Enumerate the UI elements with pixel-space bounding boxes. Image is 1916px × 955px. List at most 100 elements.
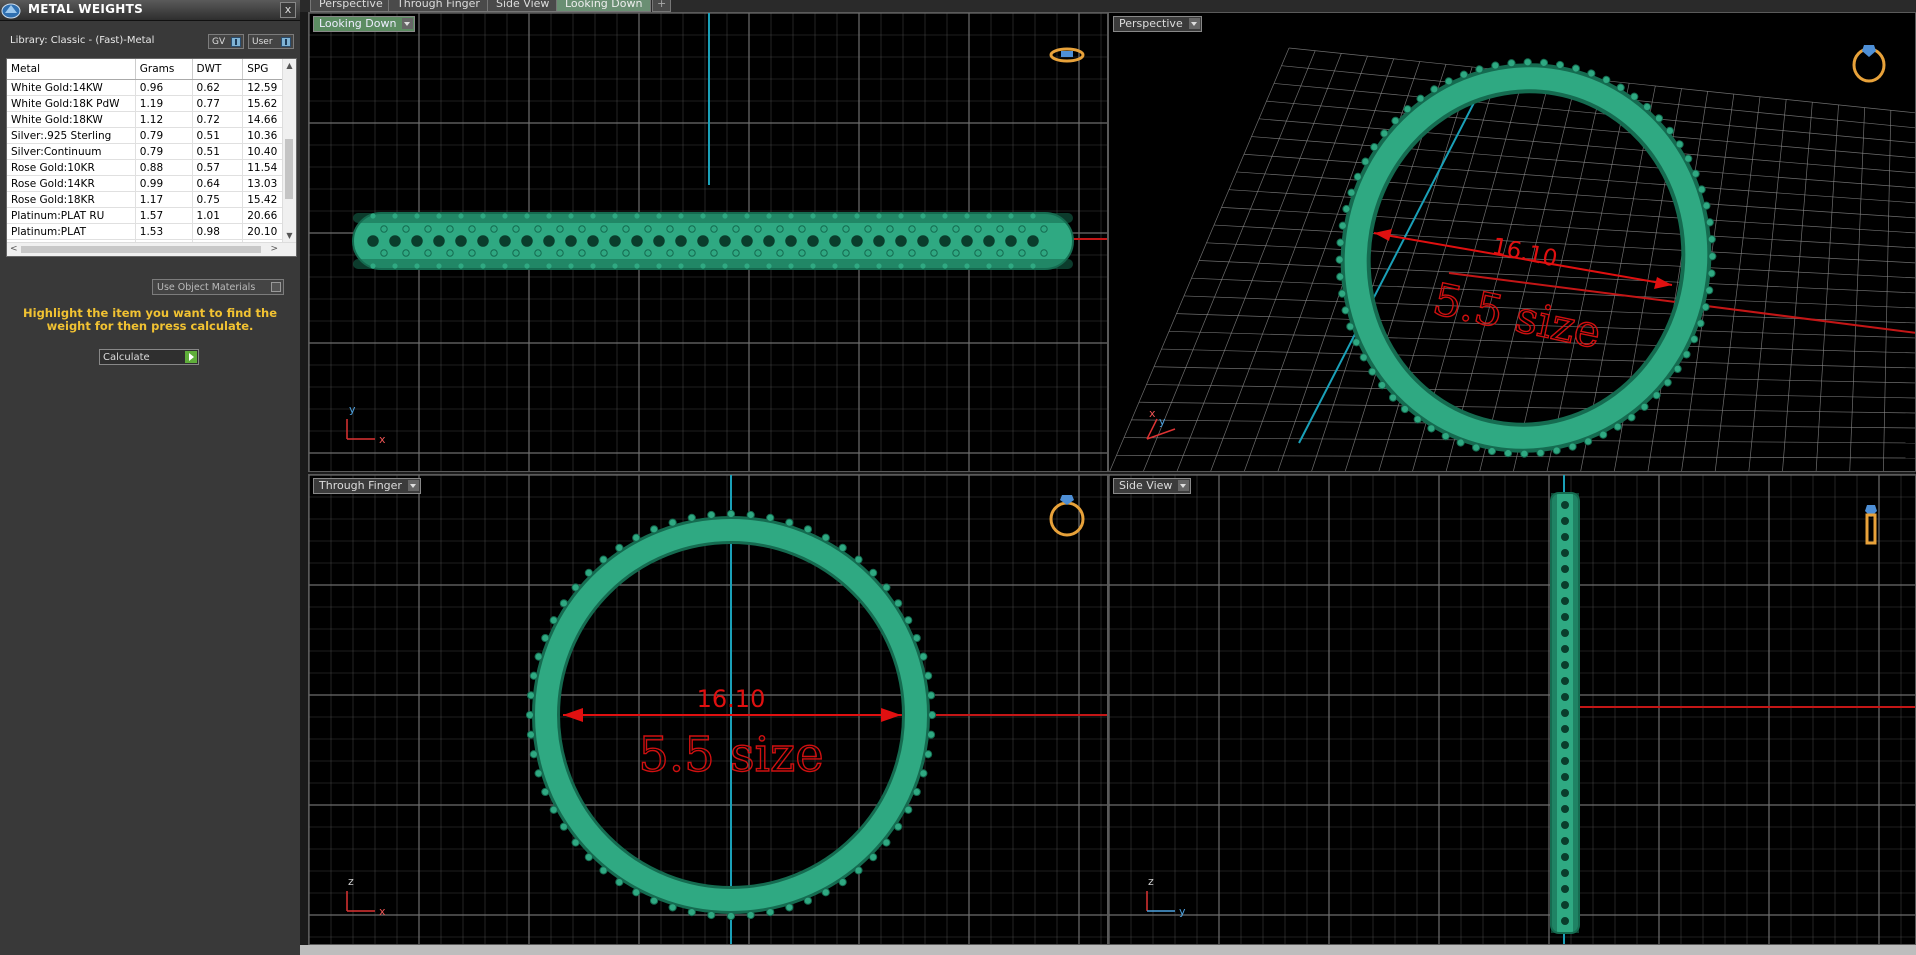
axis-indicator (346, 891, 375, 912)
user-label: User (252, 37, 273, 47)
cell-metal: White Gold:18KW (7, 111, 136, 128)
viewport-title: Through Finger (319, 479, 402, 492)
use-object-materials-label: Use Object Materials (157, 282, 256, 293)
scroll-up-icon[interactable]: ▲ (285, 61, 294, 71)
viewport-perspective[interactable]: 16.10 5.5 size y x Perspective (1108, 12, 1916, 472)
table-vertical-scrollbar[interactable]: ▲ ▼ (282, 59, 296, 243)
axis-indicator (1146, 891, 1175, 912)
dimension-value: 16.10 (697, 685, 766, 713)
cell-metal: Platinum:PLAT RU (7, 207, 136, 224)
cell-dwt: 0.62 (192, 79, 244, 96)
chevron-down-icon[interactable] (1188, 18, 1200, 29)
cell-dwt: 0.57 (192, 159, 244, 176)
table-row[interactable]: Platinum:PLAT 1.53 0.98 20.10 (7, 223, 296, 240)
table-row[interactable]: Platinum:PLAT RU 1.57 1.01 20.66 (7, 207, 296, 224)
calculate-button[interactable]: Calculate (99, 349, 199, 365)
viewport-side-view[interactable]: z y Side View (1108, 474, 1916, 945)
viewport-label-perspective[interactable]: Perspective (1113, 16, 1202, 32)
viewport-looking-down[interactable]: y x Looking Down (308, 12, 1108, 472)
scroll-right-icon[interactable]: > (270, 243, 278, 256)
chevron-down-icon[interactable] (402, 18, 414, 29)
table-row[interactable]: Silver:Continuum 0.79 0.51 10.40 (7, 143, 296, 160)
cell-dwt: 0.98 (192, 223, 244, 240)
axis-label-v: y (1159, 415, 1166, 428)
viewport-title: Side View (1119, 479, 1173, 492)
column-header-grams[interactable]: Grams (135, 59, 193, 80)
tab-looking-down[interactable]: Looking Down (556, 0, 652, 12)
cell-dwt: 0.64 (192, 175, 244, 192)
table-row[interactable]: White Gold:14KW 0.96 0.62 12.59 (7, 79, 296, 96)
viewport-through-finger[interactable]: 16.10 5.5 size z x Through Finger (308, 474, 1108, 945)
library-label: Library: Classic - (Fast)-Metal (10, 35, 155, 46)
cell-metal: Platinum:PLAT (7, 223, 136, 240)
panel-title: METAL WEIGHTS (28, 2, 144, 16)
axis-indicator (346, 419, 375, 440)
close-icon[interactable]: x (280, 2, 296, 18)
cell-metal: White Gold:18K PdW (7, 95, 136, 112)
table-row[interactable]: White Gold:18K PdW 1.19 0.77 15.62 (7, 95, 296, 112)
rhino-logo-icon (1, 3, 21, 19)
viewport-label-through-finger[interactable]: Through Finger (313, 478, 421, 494)
chevron-down-icon[interactable] (407, 480, 419, 491)
table-row[interactable]: Silver:.925 Sterling 0.79 0.51 10.36 (7, 127, 296, 144)
tab-perspective[interactable]: Perspective (310, 0, 392, 12)
ring-top-view-icon (1049, 47, 1085, 63)
cell-dwt: 0.51 (192, 127, 244, 144)
table-horizontal-scrollbar[interactable]: < > (7, 242, 296, 256)
play-icon (185, 351, 197, 363)
status-bar (300, 945, 1916, 955)
tab-side-view[interactable]: Side View (487, 0, 559, 12)
cell-grams: 1.17 (135, 191, 193, 208)
cell-grams: 1.57 (135, 207, 193, 224)
scroll-left-icon[interactable]: < (10, 243, 18, 256)
viewport-title: Looking Down (319, 17, 397, 30)
chevron-down-icon[interactable] (1178, 480, 1190, 491)
ring-band-top-view (352, 212, 1074, 270)
cell-dwt: 0.75 (192, 191, 244, 208)
size-label: 5.5 size (1429, 274, 1606, 359)
scroll-thumb[interactable] (21, 246, 261, 253)
instruction-text: Highlight the item you want to find the … (23, 306, 277, 333)
cell-grams: 1.12 (135, 111, 193, 128)
axis-label-h: y (1179, 905, 1186, 918)
scroll-down-icon[interactable]: ▼ (285, 231, 294, 241)
use-object-materials-field[interactable]: Use Object Materials (152, 279, 284, 295)
table-row[interactable]: Rose Gold:10KR 0.88 0.57 11.54 (7, 159, 296, 176)
info-icon (231, 37, 241, 47)
tab-through-finger[interactable]: Through Finger (388, 0, 489, 12)
cell-grams: 1.19 (135, 95, 193, 112)
table-row[interactable]: White Gold:18KW 1.12 0.72 14.66 (7, 111, 296, 128)
cell-grams: 0.96 (135, 79, 193, 96)
cell-metal: Rose Gold:10KR (7, 159, 136, 176)
axis-label-h: x (379, 433, 386, 446)
metal-weights-table: Metal Grams DWT SPG White Gold:14KW 0.96 0… (6, 58, 297, 257)
table-row[interactable]: Rose Gold:14KR 0.99 0.64 13.03 (7, 175, 296, 192)
gv-label: GV (212, 37, 226, 47)
size-label: 5.5 size (638, 727, 823, 783)
add-tab-button[interactable]: + (652, 0, 672, 12)
gv-toggle[interactable]: GV (208, 34, 244, 49)
axis-label-h: x (379, 905, 386, 918)
user-toggle[interactable]: User (248, 34, 294, 49)
cell-metal: Silver:.925 Sterling (7, 127, 136, 144)
scroll-thumb[interactable] (285, 139, 293, 199)
cell-metal: White Gold:14KW (7, 79, 136, 96)
cell-grams: 1.53 (135, 223, 193, 240)
ring-side-view-model (1550, 492, 1580, 934)
panel-titlebar: METAL WEIGHTS x (0, 0, 300, 21)
column-header-dwt[interactable]: DWT (192, 59, 244, 80)
column-header-metal[interactable]: Metal (7, 59, 136, 80)
table-header-row: Metal Grams DWT SPG (7, 59, 296, 80)
cell-dwt: 0.77 (192, 95, 244, 112)
cell-dwt: 1.01 (192, 207, 244, 224)
ring-side-view-icon (1865, 505, 1877, 545)
viewport-label-looking-down[interactable]: Looking Down (313, 16, 416, 32)
use-object-materials-checkbox[interactable] (271, 282, 281, 292)
cell-grams: 0.79 (135, 143, 193, 160)
cell-metal: Rose Gold:14KR (7, 175, 136, 192)
table-row[interactable]: Rose Gold:18KR 1.17 0.75 15.42 (7, 191, 296, 208)
cell-metal: Rose Gold:18KR (7, 191, 136, 208)
perspective-canvas: 16.10 5.5 size y x (1109, 45, 1915, 471)
viewport-label-side-view[interactable]: Side View (1113, 478, 1192, 494)
axis-label-h: x (1149, 407, 1156, 420)
